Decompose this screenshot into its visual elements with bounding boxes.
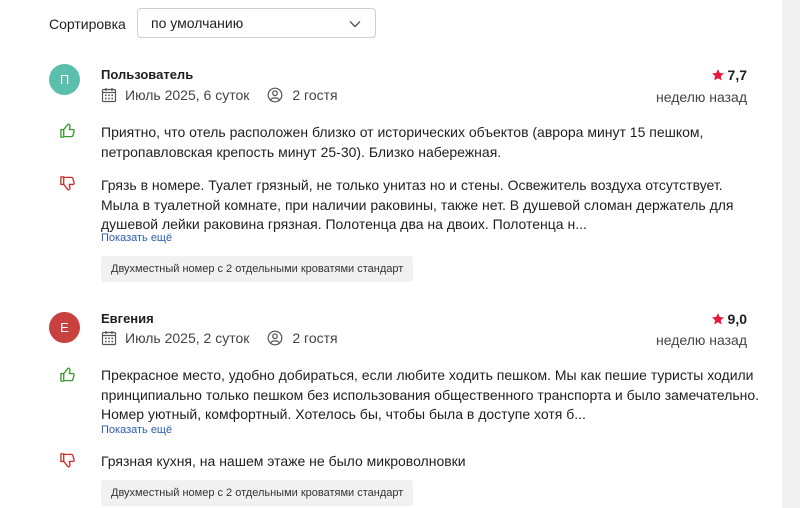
person-icon [267,87,283,103]
room-type-badge: Двухместный номер с 2 отдельными кроватя… [101,480,414,506]
sort-dropdown[interactable]: по умолчанию [137,8,376,38]
review-time-ago: неделю назад [656,332,747,348]
review-rating: 9,0 [711,311,747,327]
review-meta: Июль 2025, 6 суток 2 гостя [101,87,338,103]
chevron-down-icon [349,21,361,28]
calendar-icon [101,331,117,346]
calendar-icon [101,88,117,103]
avatar: П [49,64,80,95]
thumbs-down-icon [60,453,75,468]
avatar: Е [49,312,80,343]
show-more-link[interactable]: Показать ещё [101,424,172,436]
review-guests: 2 гостя [292,87,338,103]
person-icon [267,330,283,346]
thumbs-up-icon [60,123,75,138]
sort-selected-value: по умолчанию [151,15,244,31]
review-author: Евгения [101,311,154,326]
review-pros-text: Прекрасное место, удобно добираться, есл… [101,367,760,422]
review-guests: 2 гостя [292,330,338,346]
review-author: Пользователь [101,67,194,82]
avatar-initial: Е [60,320,69,335]
sort-label: Сортировка [49,16,126,32]
review-date: Июль 2025, 2 суток [125,330,250,346]
rating-value: 9,0 [727,311,747,327]
star-icon [711,69,724,81]
show-more-link[interactable]: Показать ещё [101,232,172,244]
avatar-initial: П [59,72,70,87]
review-cons-text: Грязь в номере. Туалет грязный, не тольк… [101,177,734,232]
sort-row: Сортировка по умолчанию [49,8,376,40]
review-pros-text: Приятно, что отель расположен близко от … [101,124,704,160]
star-icon [711,313,724,325]
review-cons-text: Грязная кухня, на нашем этаже не было ми… [101,453,466,469]
room-type-badge: Двухместный номер с 2 отдельными кроватя… [101,256,414,282]
thumbs-up-icon [60,367,75,382]
review-time-ago: неделю назад [656,89,747,105]
reviews-panel: Сортировка по умолчанию П Пользователь И… [0,0,782,508]
review-meta: Июль 2025, 2 суток 2 гостя [101,330,338,346]
review-rating: 7,7 [711,67,747,83]
thumbs-down-icon [60,176,75,191]
review-date: Июль 2025, 6 суток [125,87,250,103]
rating-value: 7,7 [727,67,747,83]
